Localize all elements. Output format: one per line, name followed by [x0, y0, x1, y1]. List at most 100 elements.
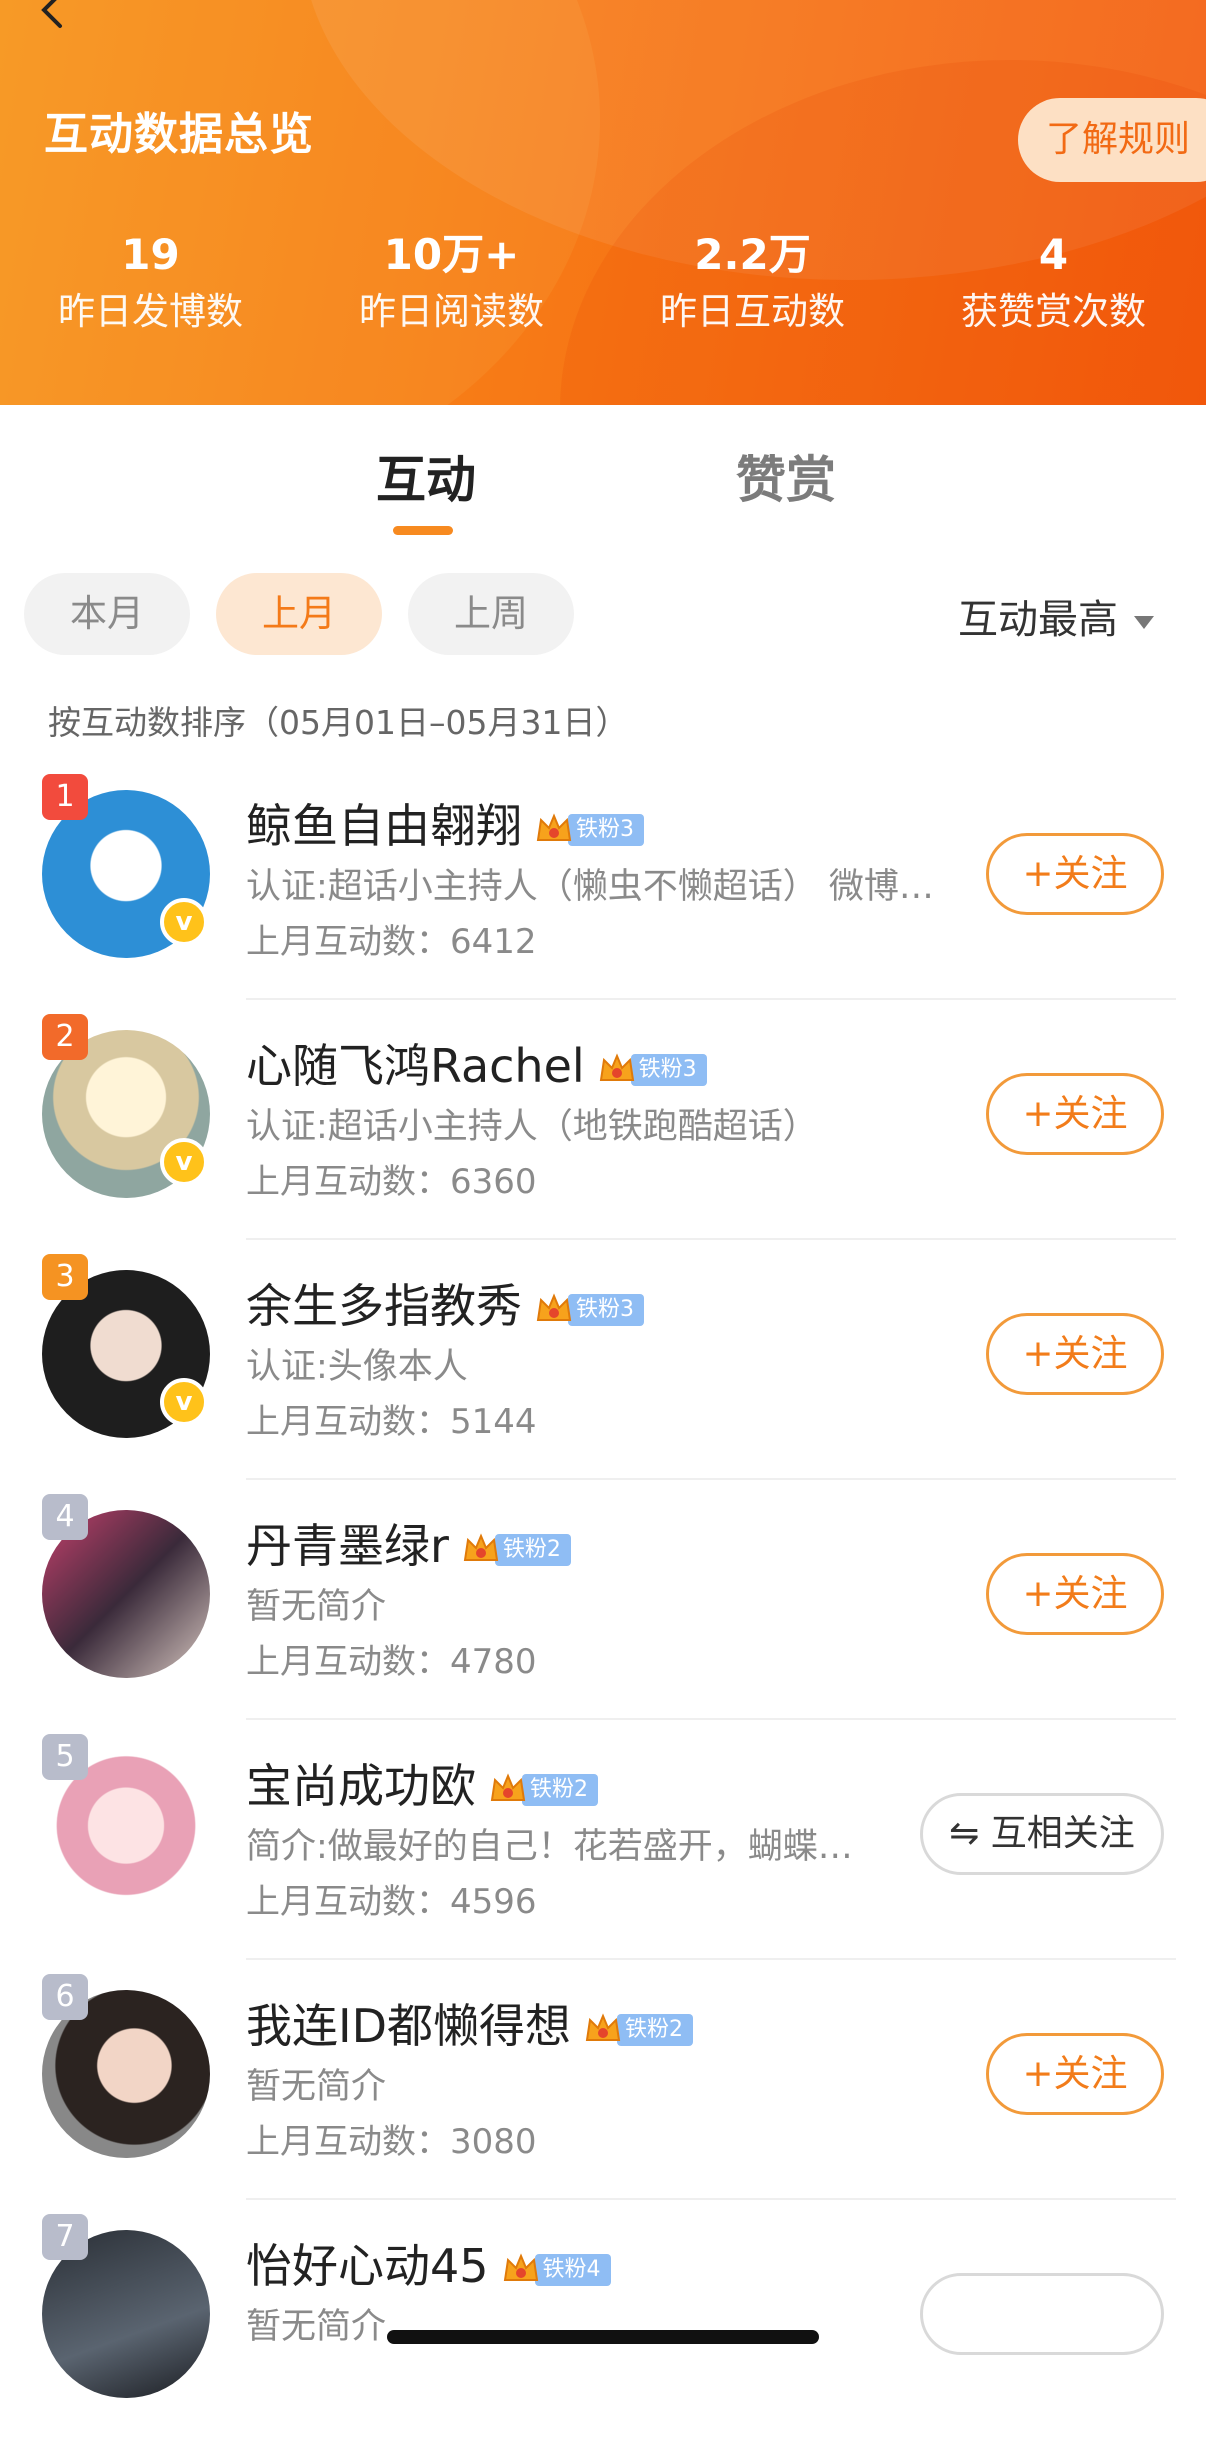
tab-appreciation[interactable]: 赞赏 — [736, 440, 836, 512]
list-item[interactable]: 4 丹青墨绿r 铁粉2 暂无简介上月互动数：4780 +关注 — [0, 1480, 1206, 1720]
user-name-line[interactable]: 我连ID都懒得想 铁粉2 — [246, 1990, 693, 2056]
fan-level-badge: 铁粉2 — [583, 2010, 693, 2050]
fan-level-badge: 铁粉4 — [501, 2250, 611, 2290]
stat-value: 10万+ — [383, 230, 520, 279]
list-item[interactable]: 6 我连ID都懒得想 铁粉2 暂无简介上月互动数：3080 +关注 — [0, 1960, 1206, 2200]
fan-level-tag: 铁粉3 — [568, 1293, 644, 1326]
user-bio: 认证:超话小主持人（懒虫不懒超话） 微博… — [246, 867, 934, 907]
user-name-line[interactable]: 余生多指教秀 铁粉3 — [246, 1270, 644, 1336]
fan-level-badge: 铁粉2 — [488, 1770, 598, 1810]
user-bio: 简介:做最好的自己！花若盛开，蝴蝶… — [246, 1827, 853, 1867]
interaction-count: 上月互动数：6360 — [246, 1162, 537, 1202]
fan-level-badge: 铁粉3 — [534, 810, 644, 850]
interaction-count: 上月互动数：5144 — [246, 1402, 537, 1442]
list-item[interactable]: 3 v 余生多指教秀 铁粉3 认证:头像本人上月互动数：5144 +关注 — [0, 1240, 1206, 1480]
crown-icon — [536, 1292, 572, 1321]
button-label: 互相关注 — [990, 1813, 1135, 1854]
user-name[interactable]: 鲸鱼自由翱翔 — [246, 799, 522, 853]
rank-badge: 1 — [42, 774, 88, 820]
verified-v-icon: v — [160, 898, 208, 946]
user-bio: 认证:超话小主持人（地铁跑酷超话） — [246, 1107, 818, 1147]
rules-button[interactable]: 了解规则 — [1018, 98, 1206, 182]
list-item[interactable]: 5 宝尚成功欧 铁粉2 简介:做最好的自己！花若盛开，蝴蝶… 上月互动数：4596 ⇋ 互… — [0, 1720, 1206, 1960]
tab-interaction[interactable]: 互动 — [376, 440, 476, 512]
mutual-follow-icon: ⇋ — [949, 1813, 991, 1854]
stat-label: 昨日互动数 — [660, 290, 845, 333]
fan-level-badge: 铁粉3 — [597, 1050, 707, 1090]
stat-reads: 10万+ 昨日阅读数 — [301, 230, 602, 344]
user-name-line[interactable]: 鲸鱼自由翱翔 铁粉3 — [246, 790, 644, 856]
stat-value: 2.2万 — [694, 230, 811, 279]
stat-posts: 19 昨日发博数 — [0, 230, 301, 344]
follow-button[interactable]: +关注 — [986, 833, 1164, 915]
back-chevron-icon[interactable] — [34, 0, 74, 30]
user-bio: 暂无简介 — [246, 1587, 387, 1627]
crown-icon — [599, 1052, 634, 1081]
rank-badge: 6 — [42, 1974, 88, 2020]
user-name-line[interactable]: 怡好心动45 铁粉4 — [246, 2230, 611, 2296]
fan-level-tag: 铁粉4 — [534, 2253, 611, 2286]
stat-value: 19 — [121, 230, 180, 279]
user-name-line[interactable]: 丹青墨绿r 铁粉2 — [246, 1510, 571, 1576]
user-name[interactable]: 宝尚成功欧 — [246, 1759, 476, 1813]
user-name[interactable]: 丹青墨绿r — [246, 1519, 449, 1573]
user-bio: 暂无简介 — [246, 2067, 387, 2107]
list-item[interactable]: 2 v 心随飞鸿Rachel 铁粉3 认证:超话小主持人（地铁跑酷超话） 上月互动数：63… — [0, 1000, 1206, 1240]
sort-dropdown[interactable]: 互动最高 — [958, 587, 1154, 645]
crown-icon — [536, 812, 572, 841]
fan-level-tag: 铁粉2 — [522, 1773, 598, 1806]
follow-button[interactable]: +关注 — [986, 1313, 1164, 1395]
header-banner: 互动数据总览 了解规则 19 昨日发博数 10万+ 昨日阅读数 2.2万 昨日互… — [0, 0, 1206, 405]
interaction-count: 上月互动数：3080 — [246, 2122, 537, 2162]
verified-v-icon: v — [160, 1378, 208, 1426]
mutual-follow-button[interactable]: ⇋ 互相关注 — [920, 1793, 1164, 1875]
period-last-month[interactable]: 上月 — [216, 573, 382, 655]
stat-label: 昨日发博数 — [58, 290, 243, 333]
stat-value: 4 — [1038, 230, 1069, 279]
active-tab-indicator — [393, 526, 453, 535]
stat-interactions: 2.2万 昨日互动数 — [602, 230, 903, 344]
fan-level-tag: 铁粉3 — [630, 1053, 707, 1086]
crown-icon — [503, 2252, 538, 2281]
user-bio: 认证:头像本人 — [246, 1347, 468, 1387]
user-name[interactable]: 余生多指教秀 — [246, 1279, 522, 1333]
rank-badge: 7 — [42, 2214, 88, 2260]
page-title: 互动数据总览 — [44, 109, 314, 160]
list-item[interactable]: 1 v 鲸鱼自由翱翔 铁粉3 认证:超话小主持人（懒虫不懒超话） 微博… 上月互动数：64… — [0, 760, 1206, 1000]
verified-v-icon: v — [160, 1138, 208, 1186]
user-name[interactable]: 我连ID都懒得想 — [246, 1999, 571, 2053]
rank-badge: 5 — [42, 1734, 88, 1780]
user-name[interactable]: 心随飞鸿Rachel — [246, 1039, 585, 1093]
home-indicator — [387, 2330, 819, 2344]
period-this-month[interactable]: 本月 — [24, 573, 190, 655]
interaction-count: 上月互动数：6412 — [246, 922, 537, 962]
fan-level-badge: 铁粉2 — [461, 1530, 571, 1570]
fan-level-tag: 铁粉2 — [617, 2013, 693, 2046]
user-name-line[interactable]: 宝尚成功欧 铁粉2 — [246, 1750, 598, 1816]
sort-description: 按互动数排序（05月01日–05月31日） — [48, 703, 629, 742]
fan-level-badge: 铁粉3 — [534, 1290, 644, 1330]
sort-selected-label: 互动最高 — [958, 597, 1118, 643]
follow-button[interactable]: +关注 — [986, 1553, 1164, 1635]
rank-badge: 4 — [42, 1494, 88, 1540]
follow-button[interactable]: +关注 — [986, 2033, 1164, 2115]
user-name-line[interactable]: 心随飞鸿Rachel 铁粉3 — [246, 1030, 707, 1096]
user-name[interactable]: 怡好心动45 — [246, 2239, 489, 2293]
caret-down-icon — [1134, 615, 1154, 629]
fan-level-tag: 铁粉3 — [568, 813, 644, 846]
interaction-count: 上月互动数：4596 — [246, 1882, 537, 1922]
interaction-count: 上月互动数：4780 — [246, 1642, 537, 1682]
crown-icon — [490, 1772, 526, 1801]
follow-button[interactable] — [920, 2273, 1164, 2355]
stat-tips: 4 获赞赏次数 — [903, 230, 1204, 344]
rank-badge: 2 — [42, 1014, 88, 1060]
period-last-week[interactable]: 上周 — [408, 573, 574, 655]
stat-label: 昨日阅读数 — [359, 290, 544, 333]
list-item[interactable]: 7 怡好心动45 铁粉4 暂无简介 — [0, 2200, 1206, 2440]
stat-label: 获赞赏次数 — [961, 290, 1146, 333]
fan-level-tag: 铁粉2 — [494, 1533, 571, 1566]
crown-icon — [585, 2012, 621, 2041]
crown-icon — [463, 1532, 499, 1561]
rank-badge: 3 — [42, 1254, 88, 1300]
follow-button[interactable]: +关注 — [986, 1073, 1164, 1155]
